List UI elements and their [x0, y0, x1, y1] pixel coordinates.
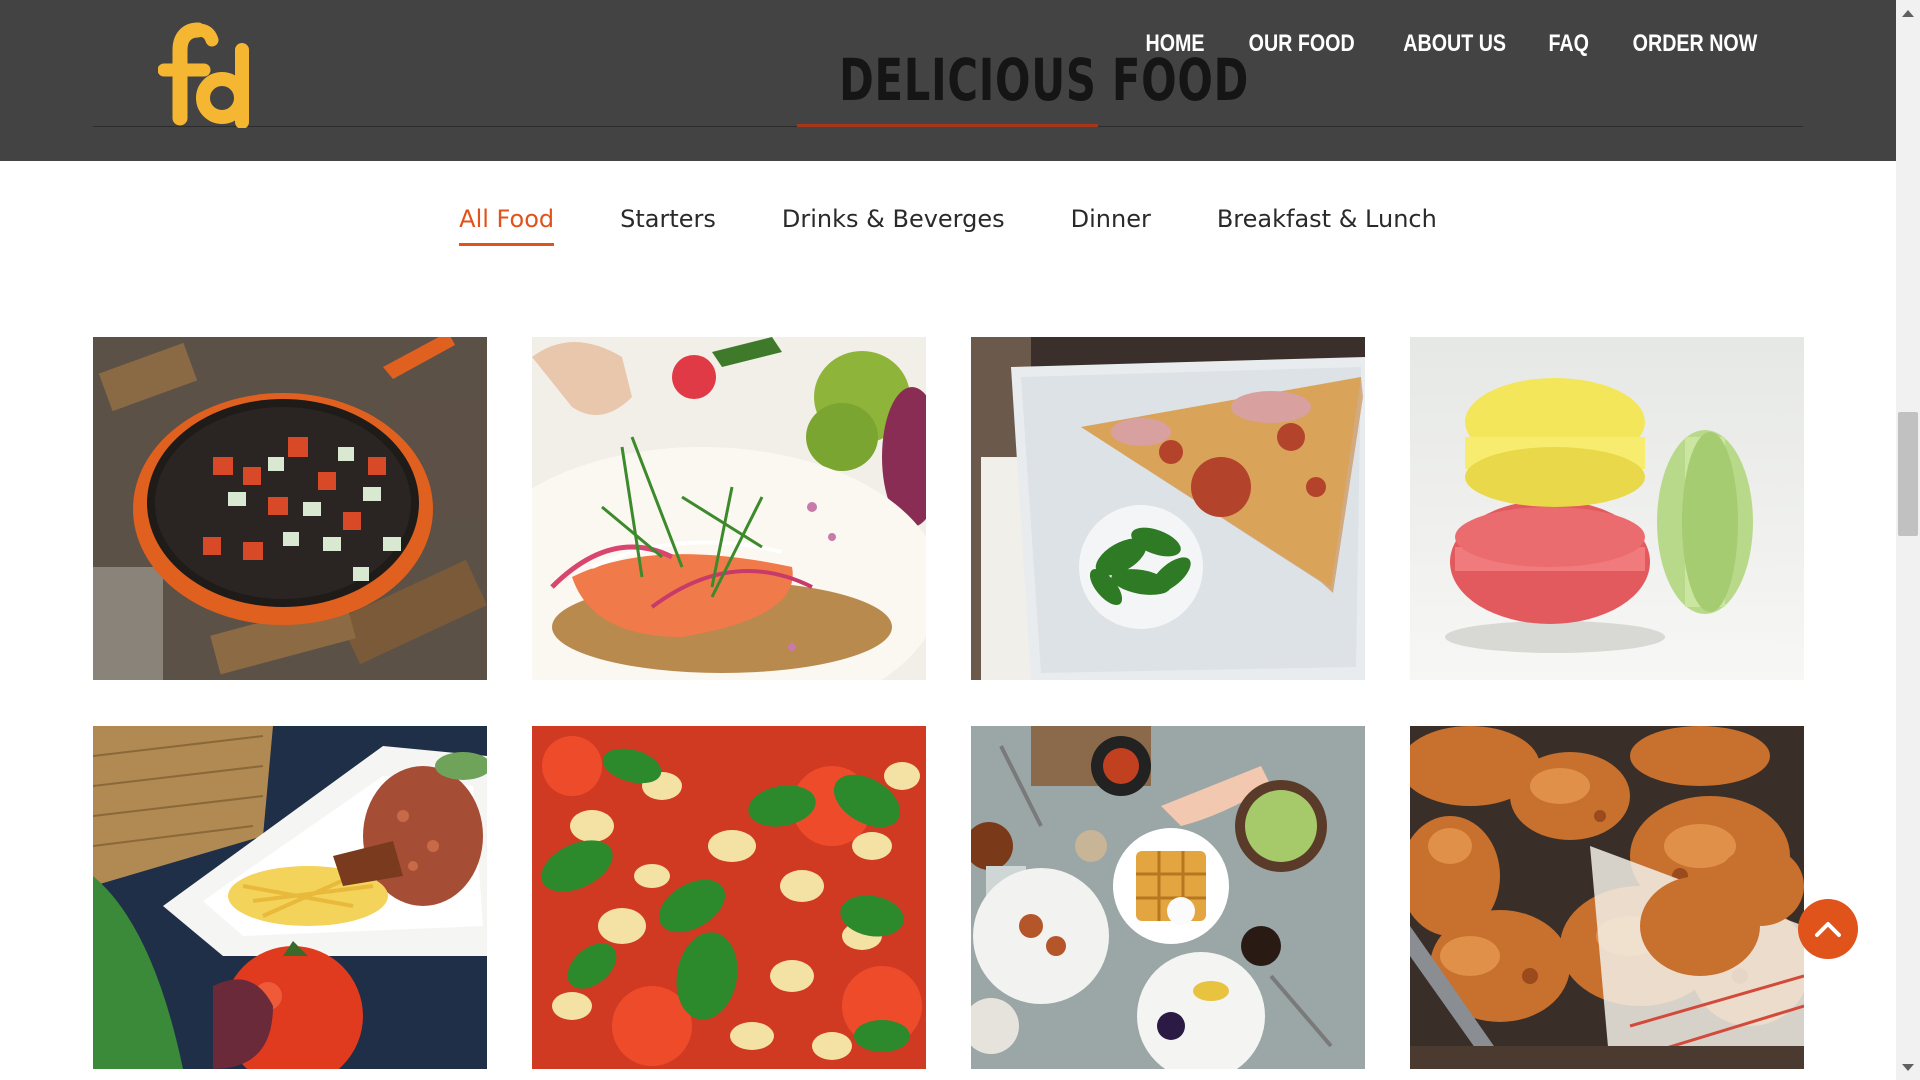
salmon-toast-photo — [532, 337, 926, 680]
chevron-up-icon — [1815, 922, 1841, 937]
filter-dinner[interactable]: Dinner — [1071, 205, 1151, 246]
gallery-item-macarons[interactable] — [1410, 337, 1804, 680]
nav-faq[interactable]: FAQ — [1548, 24, 1588, 64]
gallery-item-basil-pizza[interactable] — [532, 726, 926, 1069]
scrollbar-thumb[interactable] — [1898, 412, 1918, 536]
basil-pizza-photo — [532, 726, 926, 1069]
gallery-item-rice-plate[interactable] — [93, 726, 487, 1069]
scroll-up-arrow-icon[interactable] — [1902, 10, 1914, 17]
fried-chicken-photo — [1410, 726, 1804, 1069]
brand-logo[interactable] — [157, 22, 258, 129]
gallery-item-fried-chicken[interactable] — [1410, 726, 1804, 1069]
gallery-item-pizza-slice[interactable] — [971, 337, 1365, 680]
site-title-underline — [797, 124, 1098, 127]
filter-all-food[interactable]: All Food — [459, 205, 555, 246]
scroll-to-top-button[interactable] — [1798, 899, 1858, 959]
nav-about-us[interactable]: ABOUT US — [1404, 24, 1507, 64]
filter-starters[interactable]: Starters — [620, 205, 716, 246]
filter-breakfast-lunch[interactable]: Breakfast & Lunch — [1217, 205, 1437, 246]
gallery-item-salmon-toast[interactable] — [532, 337, 926, 680]
breakfast-table-photo — [971, 726, 1365, 1069]
gallery-item-breakfast-table[interactable] — [971, 726, 1365, 1069]
rice-plate-photo — [93, 726, 487, 1069]
pizza-slice-photo — [971, 337, 1365, 680]
macarons-photo — [1410, 337, 1804, 680]
logo-fd-icon — [157, 22, 249, 129]
nav-home[interactable]: HOME — [1145, 24, 1204, 64]
food-filter-tabs: All Food Starters Drinks & Beverges Dinn… — [0, 205, 1896, 246]
gallery-item-vegetable-skillet[interactable] — [93, 337, 487, 680]
nav-our-food[interactable]: OUR FOOD — [1249, 24, 1355, 64]
main-nav: HOME OUR FOOD ABOUT US FAQ ORDER NOW — [1145, 24, 1765, 64]
nav-order-now[interactable]: ORDER NOW — [1633, 24, 1758, 64]
filter-drinks[interactable]: Drinks & Beverges — [782, 205, 1005, 246]
site-title: DELICIOUS FOOD — [839, 46, 1249, 114]
page-scrollbar[interactable] — [1896, 0, 1920, 1080]
site-header: DELICIOUS FOOD HOME OUR FOOD ABOUT US FA… — [0, 0, 1896, 161]
scroll-down-arrow-icon[interactable] — [1902, 1064, 1914, 1071]
vegetable-skillet-photo — [93, 337, 487, 680]
